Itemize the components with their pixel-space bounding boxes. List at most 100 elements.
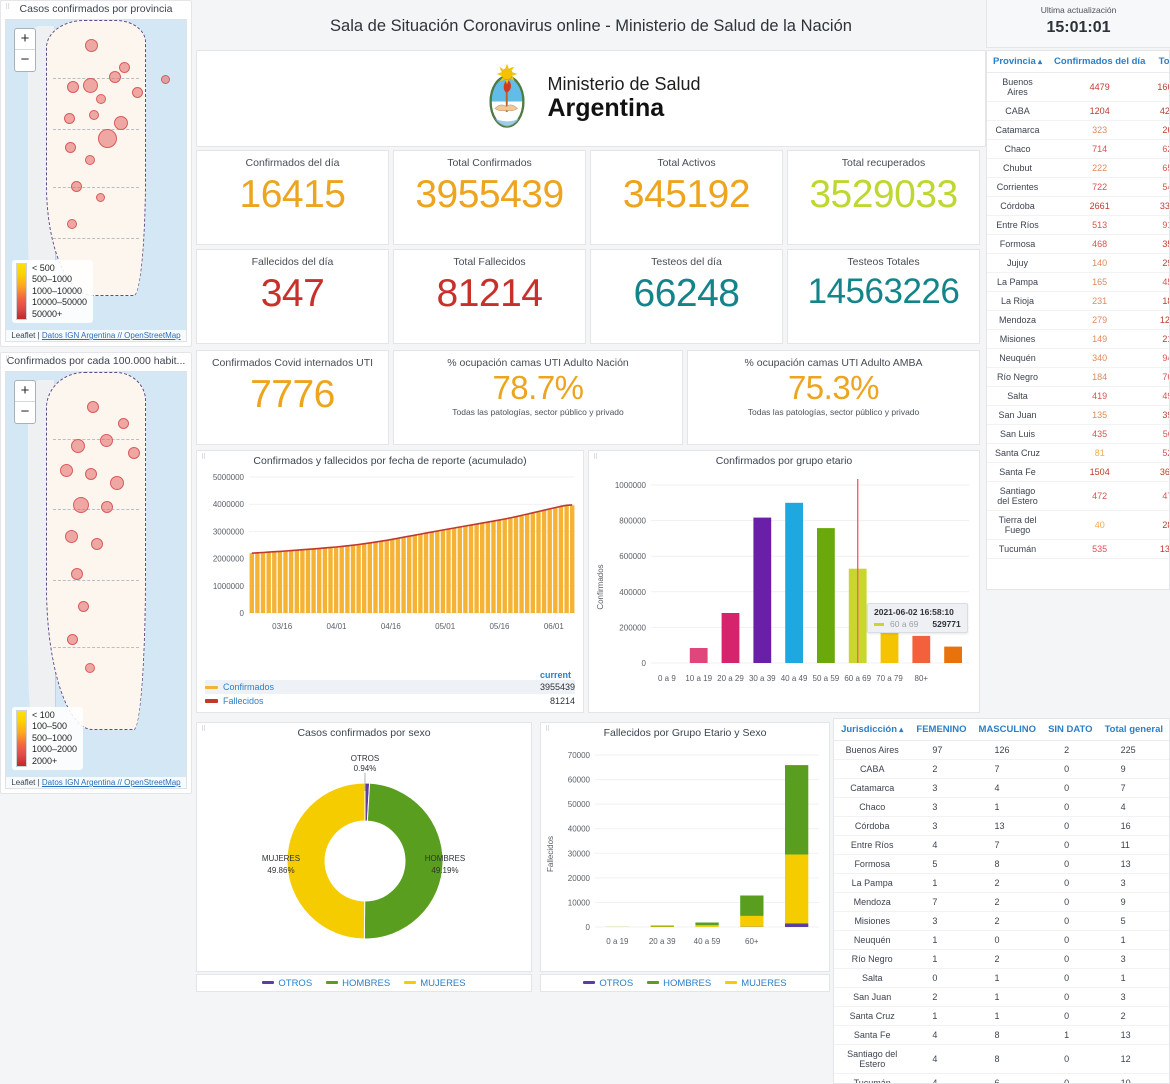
table-row[interactable]: Santiago del Estero48012 [834, 1045, 1169, 1074]
legend-item-otros[interactable]: OTROS [583, 978, 633, 989]
table-row[interactable]: Entre Ríos47011 [834, 836, 1169, 855]
drag-handle-icon[interactable]: ⠿ [5, 356, 10, 363]
table-row[interactable]: Neuquén34094091 [987, 349, 1170, 368]
attribution-link[interactable]: Datos IGN Argentina // OpenStreetMap [42, 778, 181, 787]
legend-item-otros[interactable]: OTROS [262, 978, 312, 989]
legend-item-hombres[interactable]: HOMBRES [326, 978, 390, 989]
table-row[interactable]: Córdoba2661338461 [987, 197, 1170, 216]
table-row[interactable]: Chaco3104 [834, 798, 1169, 817]
map-bubble[interactable] [85, 468, 97, 480]
kpi-card-confirmados-dia[interactable]: Confirmados del día 16415 [196, 150, 389, 245]
drag-handle-icon[interactable]: ⠿ [201, 726, 206, 733]
table-row[interactable]: Tucumán46010 [834, 1074, 1169, 1084]
map-bubble[interactable] [87, 401, 99, 413]
table-row[interactable]: Santa Cruz1102 [834, 1007, 1169, 1026]
kpi-card-ocupacion-uti-nacion[interactable]: % ocupación camas UTI Adulto Nación 78.7… [393, 350, 683, 445]
map-bubble[interactable] [109, 71, 121, 83]
chart-panel-cumulative-timeseries[interactable]: ⠿ Confirmados y fallecidos por fecha de … [196, 450, 584, 713]
table-row[interactable]: Buenos Aires971262225 [834, 741, 1169, 760]
column-header-masculino[interactable]: MASCULINO [973, 719, 1043, 741]
chart-panel-deaths-by-age-sex[interactable]: ⠿ Fallecidos por Grupo Etario y Sexo 010… [540, 722, 830, 972]
table-row[interactable]: San Luis43556119 [987, 425, 1170, 444]
map-bubble[interactable] [71, 181, 82, 192]
table-row[interactable]: Misiones3205 [834, 912, 1169, 931]
table-row[interactable]: Catamarca32326273 [987, 121, 1170, 140]
table-row[interactable]: Corrientes72254637 [987, 178, 1170, 197]
map-bubble[interactable] [91, 538, 103, 550]
drag-handle-icon[interactable]: ⠿ [201, 454, 206, 461]
table-row[interactable]: CABA1204429699 [987, 102, 1170, 121]
table-row[interactable]: Santa Fe48113 [834, 1026, 1169, 1045]
legend-item-mujeres[interactable]: MUJERES [725, 978, 786, 989]
column-header-confirmados-dia[interactable]: Confirmados del día [1048, 51, 1151, 73]
table-row[interactable]: Mendoza279125143 [987, 311, 1170, 330]
column-header-total-general[interactable]: Total general [1099, 719, 1169, 741]
map-panel-confirmed-by-province[interactable]: ⠿ Casos confirmados por provincia [0, 0, 192, 347]
table-row[interactable]: Entre Ríos51391709 [987, 216, 1170, 235]
map-bubble[interactable] [64, 113, 75, 124]
kpi-card-total-recuperados[interactable]: Total recuperados 3529033 [787, 150, 980, 245]
table-row[interactable]: Tierra del Fuego4028819 [987, 511, 1170, 540]
column-header-provincia[interactable]: Provincia [987, 51, 1048, 73]
table-row[interactable]: Río Negro18476736 [987, 368, 1170, 387]
map-bubble[interactable] [71, 439, 85, 453]
chart-panel-age-groups[interactable]: ⠿ Confirmados por grupo etario 020000040… [588, 450, 980, 713]
drag-handle-icon[interactable]: ⠿ [593, 454, 598, 461]
map-bubble[interactable] [73, 497, 89, 513]
table-row[interactable]: Chubut22265267 [987, 159, 1170, 178]
table-row[interactable]: Río Negro1203 [834, 950, 1169, 969]
map-bubble[interactable] [60, 464, 73, 477]
zoom-in-button[interactable]: + [15, 381, 35, 402]
kpi-card-fallecidos-dia[interactable]: Fallecidos del día 347 [196, 249, 389, 344]
table-row[interactable]: Santa Cruz8152706 [987, 444, 1170, 463]
table-panel-provinces[interactable]: Provincia Confirmados del día Totales Bu… [986, 50, 1170, 590]
table-row[interactable]: Santa Fe1504361787 [987, 463, 1170, 482]
legend-row-fallecidos[interactable]: Fallecidos 81214 [205, 694, 575, 708]
chart-panel-cases-by-sex[interactable]: ⠿ Casos confirmados por sexo OTROS 0.94%… [196, 722, 532, 972]
attribution-link[interactable]: Datos IGN Argentina // OpenStreetMap [42, 331, 181, 340]
table-row[interactable]: San Juan2103 [834, 988, 1169, 1007]
map-bubble[interactable] [85, 155, 95, 165]
donut-chart-svg[interactable]: OTROS 0.94% MUJERES 49.86% HOMBRES 49.19… [197, 739, 533, 967]
map-zoom-controls-1[interactable]: + − [14, 28, 36, 72]
drag-handle-icon[interactable]: ⠿ [5, 4, 10, 11]
table-row[interactable]: Salta0101 [834, 969, 1169, 988]
kpi-card-total-fallecidos[interactable]: Total Fallecidos 81214 [393, 249, 586, 344]
map-bubble[interactable] [98, 129, 117, 148]
table-row[interactable]: Buenos Aires44791669915 [987, 73, 1170, 102]
donut-slices[interactable] [287, 783, 443, 939]
table-row[interactable]: Misiones14921481 [987, 330, 1170, 349]
age-group-chart-svg[interactable]: 02000004000006000008000001000000 Confirm… [589, 467, 981, 705]
table-row[interactable]: Jujuy14029732 [987, 254, 1170, 273]
deaths-chart-svg[interactable]: 010000200003000040000500006000070000 Fal… [541, 739, 831, 967]
table-row[interactable]: Tucumán535135101 [987, 540, 1170, 559]
table-row[interactable]: Mendoza7209 [834, 893, 1169, 912]
map-bubble[interactable] [118, 418, 129, 429]
table-row[interactable]: CABA2709 [834, 760, 1169, 779]
kpi-card-total-confirmados[interactable]: Total Confirmados 3955439 [393, 150, 586, 245]
table-row[interactable]: Formosa58013 [834, 855, 1169, 874]
kpi-card-testeos-dia[interactable]: Testeos del día 66248 [590, 249, 783, 344]
map-bubble[interactable] [96, 94, 106, 104]
kpi-card-total-activos[interactable]: Total Activos 345192 [590, 150, 783, 245]
column-header-jurisdiccion[interactable]: Jurisdicción [834, 719, 910, 741]
zoom-in-button[interactable]: + [15, 29, 35, 50]
map-bubble[interactable] [78, 601, 89, 612]
legend-row-confirmados[interactable]: Confirmados 3955439 [205, 680, 575, 694]
table-row[interactable]: Catamarca3407 [834, 779, 1169, 798]
table-panel-jurisdictions[interactable]: Jurisdicción FEMENINO MASCULINO SIN DATO… [833, 718, 1170, 1084]
drag-handle-icon[interactable]: ⠿ [545, 726, 550, 733]
table-row[interactable]: Neuquén1001 [834, 931, 1169, 950]
table-row[interactable]: La Pampa16545173 [987, 273, 1170, 292]
map-bubble[interactable] [89, 110, 99, 120]
map-canvas-2[interactable]: + − < 100 100–500 500–1000 1000–2000 200… [5, 371, 187, 789]
zoom-out-button[interactable]: − [15, 50, 35, 71]
zoom-out-button[interactable]: − [15, 402, 35, 423]
column-header-sin-dato[interactable]: SIN DATO [1042, 719, 1099, 741]
table-row[interactable]: La Rioja23118479 [987, 292, 1170, 311]
table-row[interactable]: San Juan13539625 [987, 406, 1170, 425]
kpi-card-ocupacion-uti-amba[interactable]: % ocupación camas UTI Adulto AMBA 75.3% … [687, 350, 980, 445]
map-bubble[interactable] [71, 568, 83, 580]
table-row[interactable]: Salta41949129 [987, 387, 1170, 406]
table-row[interactable]: Córdoba313016 [834, 817, 1169, 836]
